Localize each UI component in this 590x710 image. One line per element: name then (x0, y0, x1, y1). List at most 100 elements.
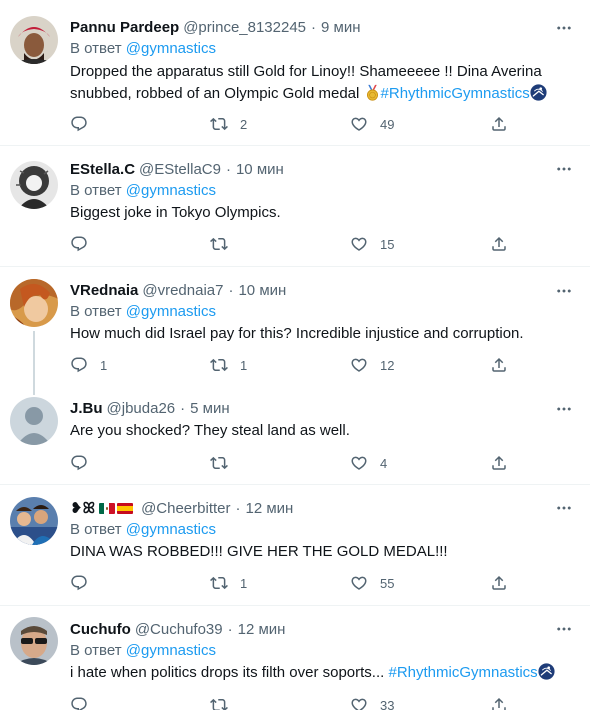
more-icon[interactable] (554, 619, 574, 639)
user-handle[interactable]: @EStellaC9 (139, 161, 221, 178)
mention-link[interactable]: @gymnastics (126, 182, 216, 199)
user-handle[interactable]: @prince_8132245 (183, 19, 306, 36)
like-count: 33 (380, 697, 395, 710)
like-button[interactable]: 15 (350, 234, 450, 254)
tweet-text: How much did Israel pay for this? Incred… (70, 323, 570, 345)
more-icon[interactable] (554, 399, 574, 419)
avatar[interactable] (10, 279, 58, 327)
avatar[interactable] (10, 617, 58, 665)
like-button[interactable]: 4 (350, 453, 450, 473)
tweet-pannu-pardeep[interactable]: Pannu Pardeep @prince_8132245 · 9 мин В … (0, 0, 590, 146)
timestamp[interactable]: 12 мин (238, 621, 286, 638)
more-icon[interactable] (554, 498, 574, 518)
share-icon (490, 115, 508, 133)
share-icon (490, 574, 508, 592)
separator-dot: · (227, 620, 233, 638)
display-name[interactable]: ❥ꕤ (70, 499, 95, 517)
tweet-text-body: How much did Israel pay for this? Incred… (70, 325, 524, 342)
tweet-text-body: Are you shocked? They steal land as well… (70, 422, 350, 439)
display-name[interactable]: Cuchufo (70, 621, 131, 638)
display-name[interactable]: Pannu Pardeep (70, 19, 179, 36)
tweet-cuchufo[interactable]: Cuchufo @Cuchufo39 · 12 мин В ответ @gym… (0, 606, 590, 710)
mention-link[interactable]: @gymnastics (126, 40, 216, 57)
name-flags (95, 502, 134, 514)
reply-button[interactable] (70, 573, 170, 593)
like-button[interactable]: 49 (350, 114, 450, 134)
retweet-button[interactable] (210, 234, 310, 254)
tweet-vrednaia[interactable]: VRednaia @vrednaia7 · 10 мин В ответ @gy… (0, 267, 590, 388)
tweet-text: Are you shocked? They steal land as well… (70, 420, 570, 442)
replying-to-label: В ответ (70, 182, 122, 199)
display-name[interactable]: J.Bu (70, 400, 103, 417)
reply-button[interactable]: 1 (70, 355, 170, 375)
like-icon (350, 115, 368, 133)
avatar[interactable] (10, 161, 58, 209)
share-button[interactable] (490, 114, 510, 134)
like-button[interactable]: 33 (350, 695, 450, 710)
avatar[interactable] (10, 397, 58, 445)
display-name[interactable]: VRednaia (70, 282, 138, 299)
user-handle[interactable]: @Cheerbitter (141, 500, 230, 517)
more-icon[interactable] (554, 281, 574, 301)
reply-icon (70, 696, 88, 710)
mention-link[interactable]: @gymnastics (126, 642, 216, 659)
tweet-jbu[interactable]: J.Bu @jbuda26 · 5 мин Are you shocked? T… (0, 388, 590, 485)
share-button[interactable] (490, 453, 510, 473)
hashtag-link[interactable]: #RhythmicGymnastics (381, 85, 530, 102)
retweet-count: 2 (240, 116, 248, 132)
retweet-button[interactable] (210, 453, 310, 473)
gold-medal-icon (364, 84, 381, 101)
reply-button[interactable] (70, 114, 170, 134)
display-name[interactable]: EStella.C (70, 161, 135, 178)
tweet-text-body: DINA WAS ROBBED!!! GIVE HER THE GOLD MED… (70, 543, 448, 560)
mention-link[interactable]: @gymnastics (126, 521, 216, 538)
share-button[interactable] (490, 695, 510, 710)
share-icon (490, 356, 508, 374)
reply-button[interactable] (70, 695, 170, 710)
separator-dot: · (228, 281, 234, 299)
user-handle[interactable]: @Cuchufo39 (135, 621, 223, 638)
reply-count: 1 (100, 357, 108, 373)
user-handle[interactable]: @vrednaia7 (142, 282, 223, 299)
replying-to: В ответ @gymnastics (70, 520, 216, 540)
hashtag-link[interactable]: #RhythmicGymnastics (388, 664, 537, 681)
retweet-icon (210, 235, 228, 253)
timestamp[interactable]: 10 мин (238, 282, 286, 299)
tweet-header: J.Bu @jbuda26 · 5 мин (70, 398, 550, 418)
replying-to-label: В ответ (70, 642, 122, 659)
like-button[interactable]: 55 (350, 573, 450, 593)
share-button[interactable] (490, 573, 510, 593)
gymnastics-hashflag-icon (538, 663, 555, 680)
avatar[interactable] (10, 16, 58, 64)
replying-to-label: В ответ (70, 521, 122, 538)
more-icon[interactable] (554, 18, 574, 38)
tweet-header: EStella.C @EStellaC9 · 10 мин (70, 159, 550, 179)
timestamp[interactable]: 10 мин (236, 161, 284, 178)
retweet-icon (210, 574, 228, 592)
reply-button[interactable] (70, 453, 170, 473)
timestamp[interactable]: 5 мин (190, 400, 230, 417)
reply-icon (70, 356, 88, 374)
retweet-button[interactable]: 2 (210, 114, 310, 134)
reply-icon (70, 454, 88, 472)
more-icon[interactable] (554, 159, 574, 179)
timestamp[interactable]: 12 мин (246, 500, 294, 517)
reply-button[interactable] (70, 234, 170, 254)
retweet-button[interactable]: 1 (210, 573, 310, 593)
share-button[interactable] (490, 234, 510, 254)
mention-link[interactable]: @gymnastics (126, 303, 216, 320)
timestamp[interactable]: 9 мин (321, 19, 361, 36)
retweet-button[interactable]: 1 (210, 355, 310, 375)
tweet-estella-c[interactable]: EStella.C @EStellaC9 · 10 мин В ответ @g… (0, 146, 590, 267)
like-count: 55 (380, 575, 395, 591)
tweet-text-body: i hate when politics drops its filth ove… (70, 664, 385, 681)
retweet-button[interactable] (210, 695, 310, 710)
share-button[interactable] (490, 355, 510, 375)
tweet-cheerbitter[interactable]: ❥ꕤ @Cheerbitter · 12 мин В ответ @gymnas… (0, 485, 590, 606)
avatar[interactable] (10, 497, 58, 545)
like-button[interactable]: 12 (350, 355, 450, 375)
replying-to-label: В ответ (70, 40, 122, 57)
retweet-icon (210, 454, 228, 472)
like-count: 12 (380, 357, 395, 373)
user-handle[interactable]: @jbuda26 (107, 400, 176, 417)
